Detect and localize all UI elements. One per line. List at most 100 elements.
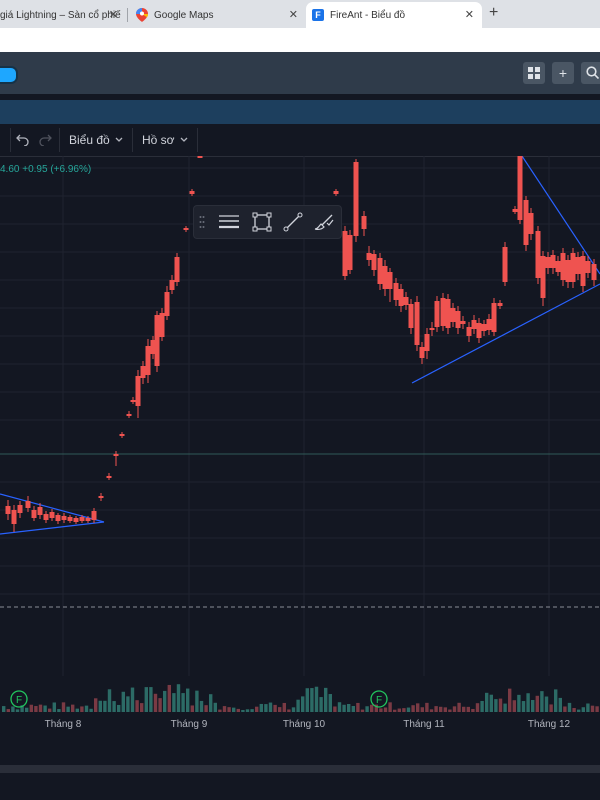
bottom-scroll-strip[interactable] [0, 765, 600, 773]
candle-body [585, 261, 591, 273]
volume-bar [494, 699, 498, 712]
volume-bar [356, 702, 360, 712]
candle-body [119, 434, 125, 436]
volume-bar [475, 703, 480, 712]
close-icon[interactable]: ✕ [289, 8, 298, 21]
volume-bar [388, 702, 392, 712]
tab-lightning[interactable]: giá Lightning – Sàn cổ phiế ✕ [0, 2, 124, 28]
candle-body [387, 272, 393, 289]
address-bar[interactable] [0, 28, 600, 53]
candle-body [455, 311, 461, 328]
candle-body [366, 253, 372, 260]
volume-bar [153, 693, 158, 712]
candle-body [361, 216, 367, 229]
volume-bar [264, 704, 268, 712]
layout-grid-button[interactable] [523, 62, 545, 84]
chart-menu[interactable]: Biểu đồ [69, 124, 110, 156]
grid-icon [528, 67, 540, 79]
profile-menu[interactable]: Hồ sơ [142, 124, 175, 156]
volume-bar [586, 703, 590, 712]
volume-bar [112, 701, 116, 712]
candle-body [371, 254, 377, 270]
line-style-icon[interactable] [218, 212, 240, 232]
candle-body [535, 231, 541, 278]
candle-body [523, 200, 529, 245]
search-button[interactable] [581, 62, 600, 84]
trendline-tool-icon[interactable] [283, 212, 303, 232]
x-axis-label: Tháng 12 [528, 719, 571, 730]
candle-body [85, 518, 91, 521]
candle-body [49, 512, 55, 518]
candle-body [106, 476, 112, 478]
drag-handle-icon[interactable] [199, 215, 205, 229]
candle-body [169, 280, 175, 290]
candle-body [189, 191, 195, 194]
candle-body [460, 321, 466, 324]
volume-bar [268, 702, 273, 712]
x-axis-label: Tháng 11 [403, 719, 445, 730]
candle-body [98, 496, 104, 498]
volume-bar [250, 709, 254, 712]
candle-body [393, 283, 399, 300]
tab-title: FireAnt - Biểu đồ [330, 9, 406, 21]
candle-body [540, 256, 546, 298]
candle-body [419, 347, 425, 358]
volume-bar [452, 706, 457, 712]
brush-tool-icon[interactable] [313, 212, 335, 232]
candle-body [560, 253, 566, 280]
volume-bar [181, 693, 185, 712]
theme-toggle[interactable] [0, 66, 18, 84]
rectangle-tool-icon[interactable] [252, 212, 272, 232]
tab-fireant[interactable]: F FireAnt - Biểu đồ ✕ [306, 2, 482, 28]
candle-body [382, 266, 388, 289]
event-marker-2[interactable]: F [370, 690, 388, 708]
candle-body [67, 517, 73, 521]
fireant-favicon-icon: F [312, 9, 324, 21]
candle-body [25, 501, 31, 508]
volume-bar [429, 709, 434, 712]
volume-bar [347, 703, 351, 712]
candle-body [565, 260, 571, 282]
tab-separator [127, 8, 128, 22]
volume-bar [572, 708, 576, 712]
volume-bar [498, 698, 503, 712]
event-marker-label: F [16, 695, 22, 706]
volume-bar [57, 709, 61, 712]
profile-menu-label: Hồ sơ [142, 133, 175, 147]
volume-bar [236, 708, 240, 712]
candle-body [424, 334, 430, 351]
volume-bar [241, 709, 245, 712]
map-pin-icon [136, 8, 148, 22]
close-icon[interactable]: ✕ [109, 8, 118, 21]
candle-body [377, 258, 383, 284]
footer-bar [0, 773, 600, 800]
toolbar-divider [197, 128, 198, 152]
volume-bar [305, 688, 309, 712]
close-icon[interactable]: ✕ [465, 8, 474, 21]
volume-bar [549, 704, 553, 712]
candle-body [145, 346, 151, 375]
volume-bar [508, 688, 512, 712]
event-marker-1[interactable]: F [10, 690, 28, 708]
volume-bar [301, 696, 305, 712]
candle-body [135, 376, 141, 406]
price-chart[interactable]: F F Tháng 8 Tháng 9 Tháng 10 Tháng 11 Th… [0, 156, 600, 740]
volume-bar [379, 708, 383, 712]
undo-icon[interactable] [16, 134, 30, 146]
redo-icon[interactable] [38, 134, 52, 146]
volume-bar [480, 700, 484, 712]
new-tab-button[interactable]: + [489, 4, 498, 22]
volume-bar [195, 690, 199, 712]
toolbar-divider [59, 128, 60, 152]
volume-bar [29, 704, 33, 712]
candle-body [491, 303, 497, 332]
candle-body [591, 264, 597, 280]
volume-bar [544, 696, 549, 712]
tab-google-maps[interactable]: Google Maps ✕ [130, 2, 302, 28]
volume-bar [333, 706, 337, 712]
candle-body [545, 257, 551, 268]
volume-bar [554, 689, 558, 712]
candle-body [130, 400, 136, 402]
add-button[interactable]: + [552, 62, 574, 84]
chevron-down-icon [180, 137, 188, 142]
